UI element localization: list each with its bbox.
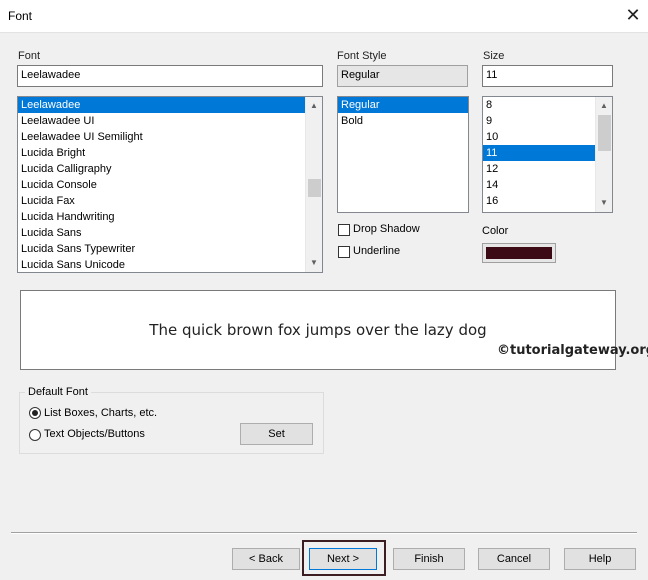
color-swatch: [486, 247, 552, 259]
radio-list-boxes-label: List Boxes, Charts, etc.: [44, 407, 158, 419]
font-style-list-item[interactable]: Regular: [338, 97, 468, 113]
drop-shadow-checkbox[interactable]: [338, 224, 350, 236]
font-style-list-item[interactable]: Bold: [338, 113, 468, 129]
radio-list-boxes[interactable]: [29, 407, 41, 419]
radio-text-objects[interactable]: [29, 429, 41, 441]
underline-label: Underline: [353, 245, 401, 257]
color-swatch-button[interactable]: [482, 243, 556, 263]
font-list-item[interactable]: Lucida Sans Unicode: [18, 257, 322, 272]
font-style-list[interactable]: Regular Bold: [337, 96, 469, 213]
scroll-up-icon[interactable]: ▲: [306, 99, 322, 113]
separator: [11, 532, 637, 534]
size-list-items: 8 9 10 11 12 14 16: [483, 97, 612, 209]
radio-text-objects-label: Text Objects/Buttons: [44, 428, 145, 440]
size-list-scrollbar[interactable]: ▲ ▼: [595, 97, 612, 212]
size-input[interactable]: 11: [482, 65, 613, 87]
font-label: Font: [18, 50, 41, 62]
title-bar: [0, 0, 648, 33]
size-list[interactable]: 8 9 10 11 12 14 16 ▲ ▼: [482, 96, 613, 213]
cancel-button[interactable]: Cancel: [478, 548, 550, 570]
scroll-thumb[interactable]: [598, 115, 611, 151]
font-list-item[interactable]: Lucida Calligraphy: [18, 161, 322, 177]
font-list-item[interactable]: Leelawadee UI: [18, 113, 322, 129]
font-input[interactable]: Leelawadee: [17, 65, 323, 87]
next-button[interactable]: Next >: [309, 548, 377, 570]
watermark: ©tutorialgateway.org: [497, 343, 648, 358]
radio-selected-dot: [32, 410, 38, 416]
size-list-item[interactable]: 11: [483, 145, 612, 161]
font-list-scrollbar[interactable]: ▲ ▼: [305, 97, 322, 272]
font-list-item[interactable]: Leelawadee UI Semilight: [18, 129, 322, 145]
size-list-item[interactable]: 10: [483, 129, 612, 145]
window-title: Font: [8, 9, 33, 23]
drop-shadow-label: Drop Shadow: [353, 223, 420, 235]
font-list-item[interactable]: Lucida Fax: [18, 193, 322, 209]
close-icon[interactable]: ✕: [622, 4, 644, 26]
underline-checkbox[interactable]: [338, 246, 350, 258]
font-list-items: Leelawadee Leelawadee UI Leelawadee UI Sem…: [18, 97, 322, 272]
default-font-label: Default Font: [25, 386, 91, 398]
font-list-item[interactable]: Lucida Sans Typewriter: [18, 241, 322, 257]
font-style-label: Font Style: [337, 50, 387, 62]
scroll-thumb[interactable]: [308, 179, 321, 197]
back-button[interactable]: < Back: [232, 548, 300, 570]
font-style-input[interactable]: Regular: [337, 65, 468, 87]
help-button[interactable]: Help: [564, 548, 636, 570]
color-label: Color: [482, 225, 509, 237]
scroll-down-icon[interactable]: ▼: [306, 256, 322, 270]
font-style-list-items: Regular Bold: [338, 97, 468, 129]
size-list-item[interactable]: 8: [483, 97, 612, 113]
set-button[interactable]: Set: [240, 423, 313, 445]
font-list-item[interactable]: Leelawadee: [18, 97, 322, 113]
preview-text: The quick brown fox jumps over the lazy …: [149, 321, 487, 339]
scroll-up-icon[interactable]: ▲: [596, 99, 612, 113]
size-list-item[interactable]: 14: [483, 177, 612, 193]
font-list-item[interactable]: Lucida Bright: [18, 145, 322, 161]
font-list-item[interactable]: Lucida Handwriting: [18, 209, 322, 225]
font-list-item[interactable]: Lucida Console: [18, 177, 322, 193]
finish-button[interactable]: Finish: [393, 548, 465, 570]
scroll-down-icon[interactable]: ▼: [596, 196, 612, 210]
size-list-item[interactable]: 16: [483, 193, 612, 209]
size-list-item[interactable]: 12: [483, 161, 612, 177]
font-list[interactable]: Leelawadee Leelawadee UI Leelawadee UI Sem…: [17, 96, 323, 273]
font-preview-box: The quick brown fox jumps over the lazy …: [20, 290, 648, 370]
font-list-item[interactable]: Lucida Sans: [18, 225, 322, 241]
size-list-item[interactable]: 9: [483, 113, 612, 129]
size-label: Size: [483, 50, 505, 62]
